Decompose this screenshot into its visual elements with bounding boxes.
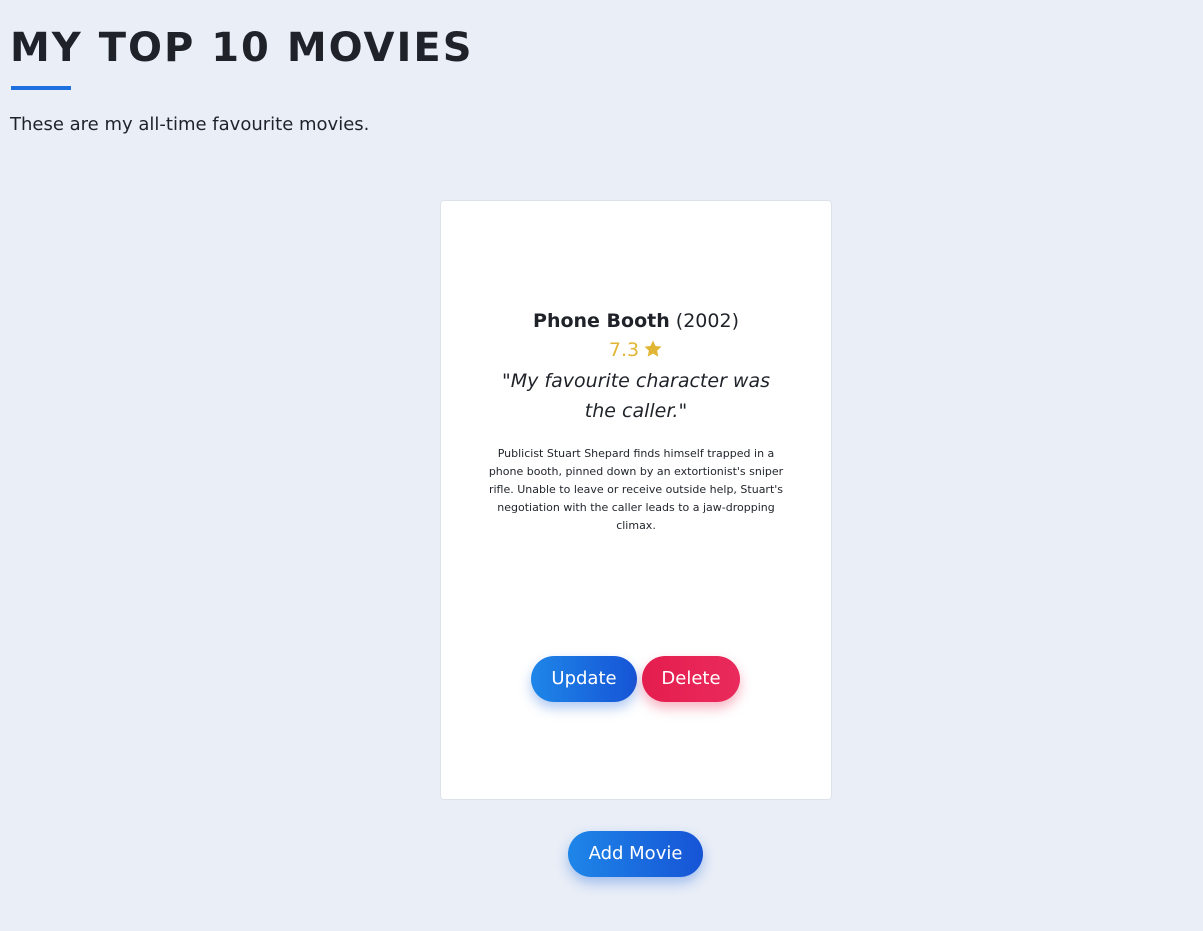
star-icon: [643, 339, 663, 365]
movie-name: Phone Booth: [533, 310, 670, 332]
add-movie-button[interactable]: Add Movie: [568, 831, 703, 877]
intro-text: These are my all-time favourite movies.: [10, 114, 370, 135]
delete-button[interactable]: Delete: [642, 656, 740, 702]
movie-description: Publicist Stuart Shepard finds himself t…: [488, 447, 784, 532]
title-underline: [11, 86, 71, 90]
update-button[interactable]: Update: [531, 656, 637, 702]
movie-card: Phone Booth (2002) 7.3 "My favourite cha…: [440, 200, 832, 800]
rating-value: 7.3: [608, 339, 640, 361]
movie-review: "My favourite character was the caller.": [501, 370, 771, 422]
page-title: MY TOP 10 MOVIES: [10, 25, 474, 71]
movie-rating: 7.3: [441, 338, 831, 365]
movie-year: (2002): [675, 310, 739, 332]
movie-title: Phone Booth (2002): [441, 308, 831, 334]
